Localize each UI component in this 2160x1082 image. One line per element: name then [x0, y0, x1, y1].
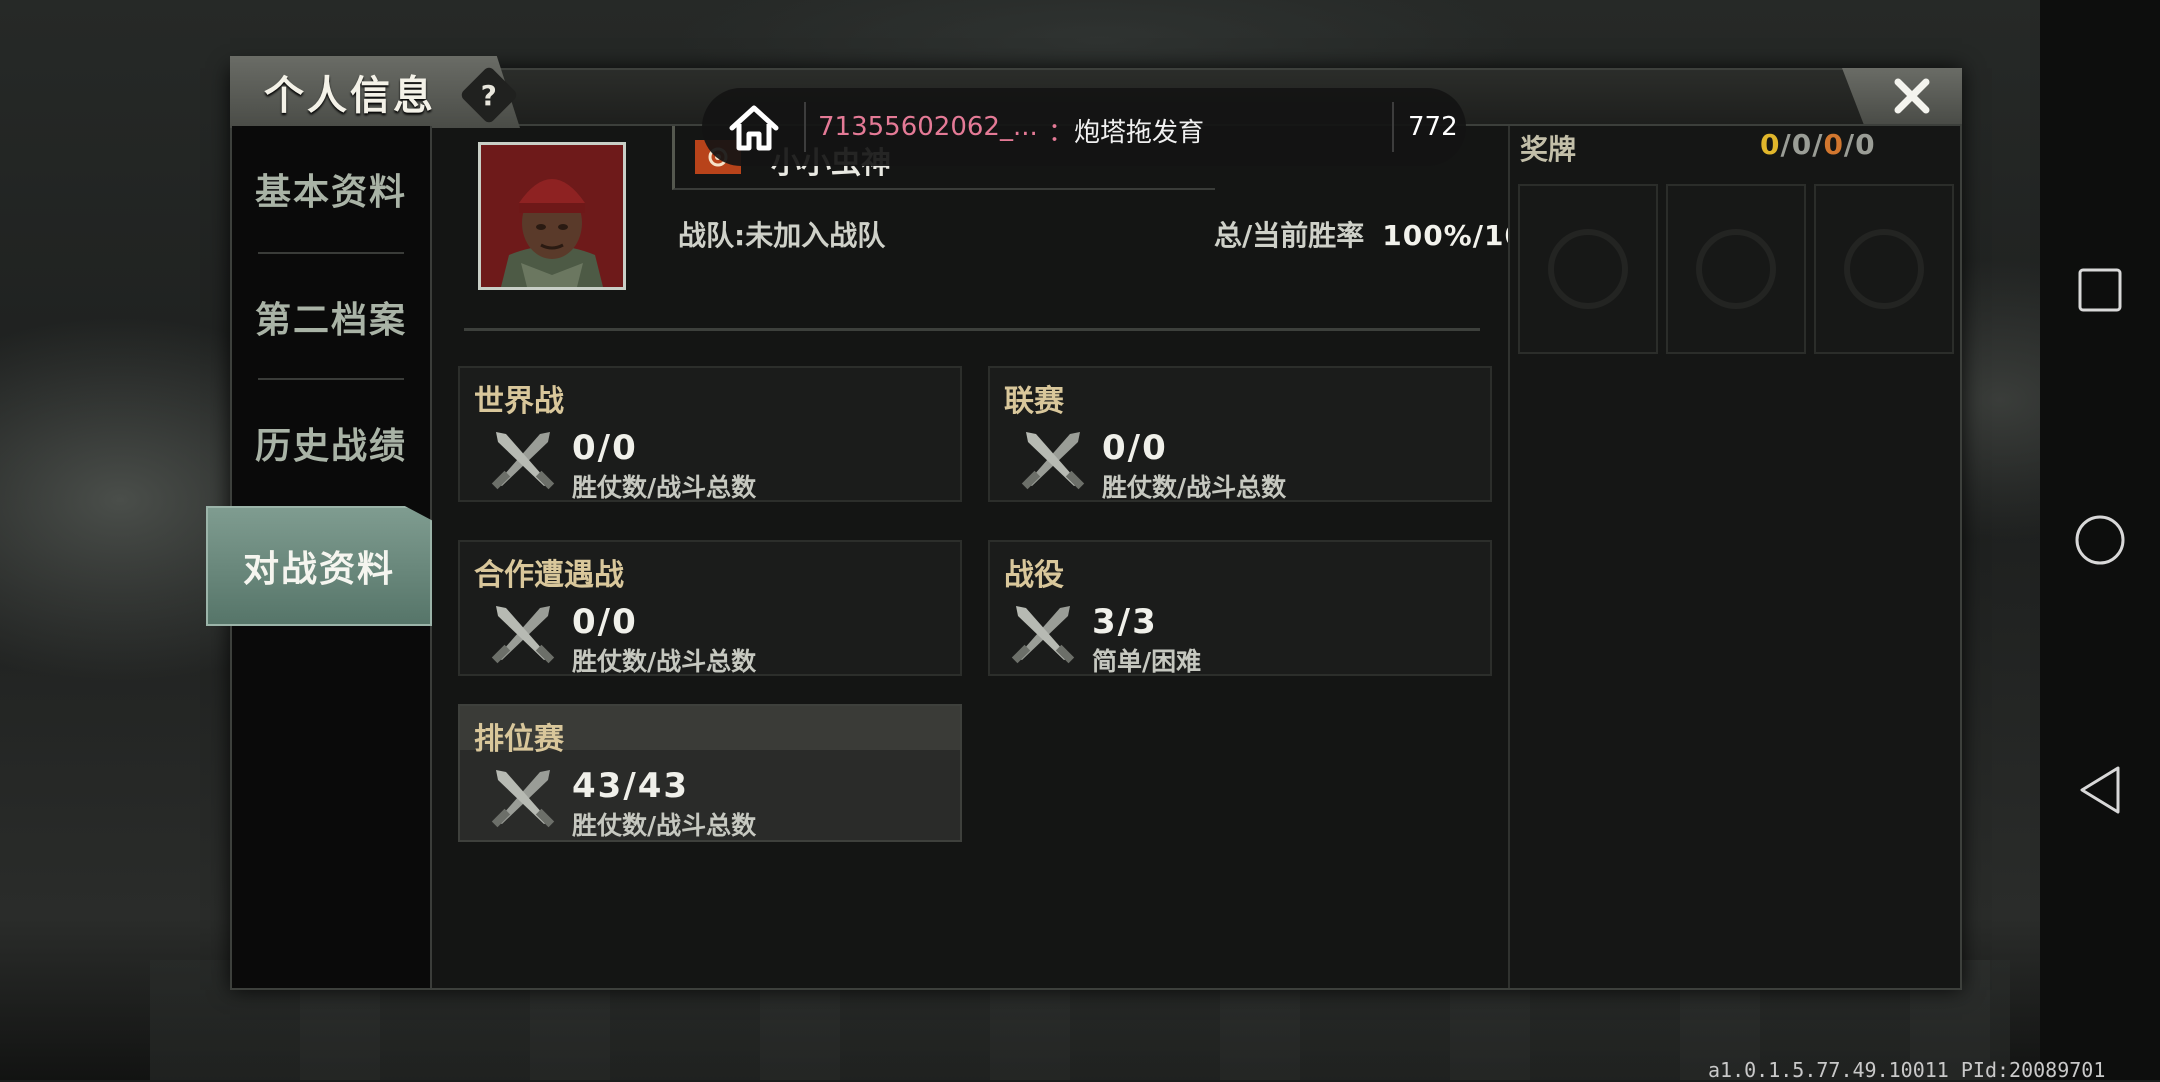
- team-value: 未加入战队: [745, 219, 886, 252]
- card-ranked: 排位赛 43/43 胜仗数/战斗总数: [458, 704, 962, 842]
- card-subtitle: 胜仗数/战斗总数: [572, 647, 757, 676]
- medal-placeholder-icon: [1844, 229, 1924, 309]
- chat-username[interactable]: 71355602062_...: [818, 112, 1038, 142]
- close-icon: [1894, 78, 1930, 114]
- card-value: 3/3: [1092, 602, 1158, 642]
- card-value: 0/0: [572, 602, 638, 642]
- silver-count: 0: [1791, 128, 1813, 161]
- panel-title: 个人信息: [264, 73, 436, 119]
- square-icon: [2078, 268, 2122, 312]
- home-button[interactable]: [2070, 510, 2130, 570]
- version-label: a1.0.1.5.77.49.10011 PId:20089701: [1708, 1058, 2106, 1082]
- chat-text: 炮塔拖发育: [1074, 118, 1205, 148]
- home-icon[interactable]: [726, 100, 782, 156]
- sidebar: 基本资料 第二档案 历史战绩 对战资料: [206, 126, 432, 988]
- card-title: 联赛: [1004, 384, 1064, 419]
- card-subtitle: 胜仗数/战斗总数: [572, 811, 757, 840]
- circle-icon: [2075, 515, 2125, 565]
- medal-placeholder-icon: [1548, 229, 1628, 309]
- card-title: 排位赛: [474, 722, 564, 757]
- sidebar-item-history[interactable]: 历史战绩: [232, 380, 430, 506]
- separator: /: [1780, 128, 1792, 161]
- bronze-count: 0: [1823, 128, 1844, 161]
- medal-slot[interactable]: [1518, 184, 1658, 354]
- card-value: 0/0: [572, 428, 638, 468]
- sidebar-item-basic-info[interactable]: 基本资料: [232, 126, 430, 252]
- sidebar-item-label: 历史战绩: [254, 426, 407, 467]
- back-triangle-icon: [2080, 766, 2120, 814]
- card-campaign: 战役 3/3 简单/困难: [988, 540, 1492, 676]
- avatar[interactable]: [478, 142, 626, 290]
- medals-count: 0/0/0/0: [1760, 128, 1876, 161]
- gold-count: 0: [1760, 128, 1781, 161]
- divider: [1392, 102, 1394, 152]
- card-world-war: 世界战 0/0 胜仗数/战斗总数: [458, 366, 962, 502]
- medals-panel: 奖牌 0/0/0/0: [1508, 126, 1960, 988]
- help-icon: ?: [480, 78, 498, 112]
- profile-panel: 个人信息 ? 基本资料 第二档案 历史战绩 对战资料 战队:未加入战队 总/当前…: [206, 56, 1962, 990]
- divider: [804, 102, 806, 152]
- back-button[interactable]: [2070, 760, 2130, 820]
- chat-message: ：炮塔拖发育: [1048, 112, 1204, 149]
- card-league: 联赛 0/0 胜仗数/战斗总数: [988, 366, 1492, 502]
- soldier-portrait-icon: [481, 145, 623, 287]
- crossed-swords-icon: [1021, 432, 1085, 490]
- team-info: 战队:未加入战队: [678, 214, 885, 254]
- chat-count: 772: [1408, 112, 1458, 142]
- card-coop-encounter: 合作遭遇战 0/0 胜仗数/战斗总数: [458, 540, 962, 676]
- crossed-swords-icon: [491, 606, 555, 664]
- card-value: 0/0: [1102, 428, 1168, 468]
- card-subtitle: 胜仗数/战斗总数: [1102, 473, 1287, 502]
- medals-title: 奖牌: [1520, 133, 1577, 166]
- team-label: 战队:: [678, 219, 746, 252]
- chat-overlay[interactable]: 71355602062_... ：炮塔拖发育 772: [702, 88, 1466, 166]
- winrate-label: 总/当前胜率: [1214, 219, 1365, 252]
- crossed-swords-icon: [1011, 606, 1075, 664]
- sidebar-item-battle-data[interactable]: 对战资料: [206, 506, 432, 626]
- medal-placeholder-icon: [1696, 229, 1776, 309]
- separator: /: [1812, 128, 1824, 161]
- medal-slot[interactable]: [1666, 184, 1806, 354]
- card-subtitle: 胜仗数/战斗总数: [572, 473, 757, 502]
- card-value: 43/43: [572, 766, 690, 806]
- divider: [464, 328, 1480, 331]
- chat-colon: ：: [1048, 118, 1075, 148]
- card-subtitle: 简单/困难: [1092, 647, 1202, 676]
- recent-apps-button[interactable]: [2070, 260, 2130, 320]
- other-count: 0: [1855, 128, 1876, 161]
- card-title: 战役: [1004, 558, 1064, 593]
- medal-slot[interactable]: [1814, 184, 1954, 354]
- sidebar-item-second-profile[interactable]: 第二档案: [232, 254, 430, 380]
- sidebar-item-label: 基本资料: [254, 172, 407, 213]
- sidebar-item-label: 第二档案: [254, 300, 407, 341]
- system-navigation-bar: [2040, 0, 2160, 1080]
- crossed-swords-icon: [491, 432, 555, 490]
- crossed-swords-icon: [491, 770, 555, 828]
- card-title: 世界战: [474, 384, 564, 419]
- separator: /: [1843, 128, 1856, 161]
- sidebar-item-label: 对战资料: [242, 549, 395, 590]
- card-title: 合作遭遇战: [474, 558, 624, 593]
